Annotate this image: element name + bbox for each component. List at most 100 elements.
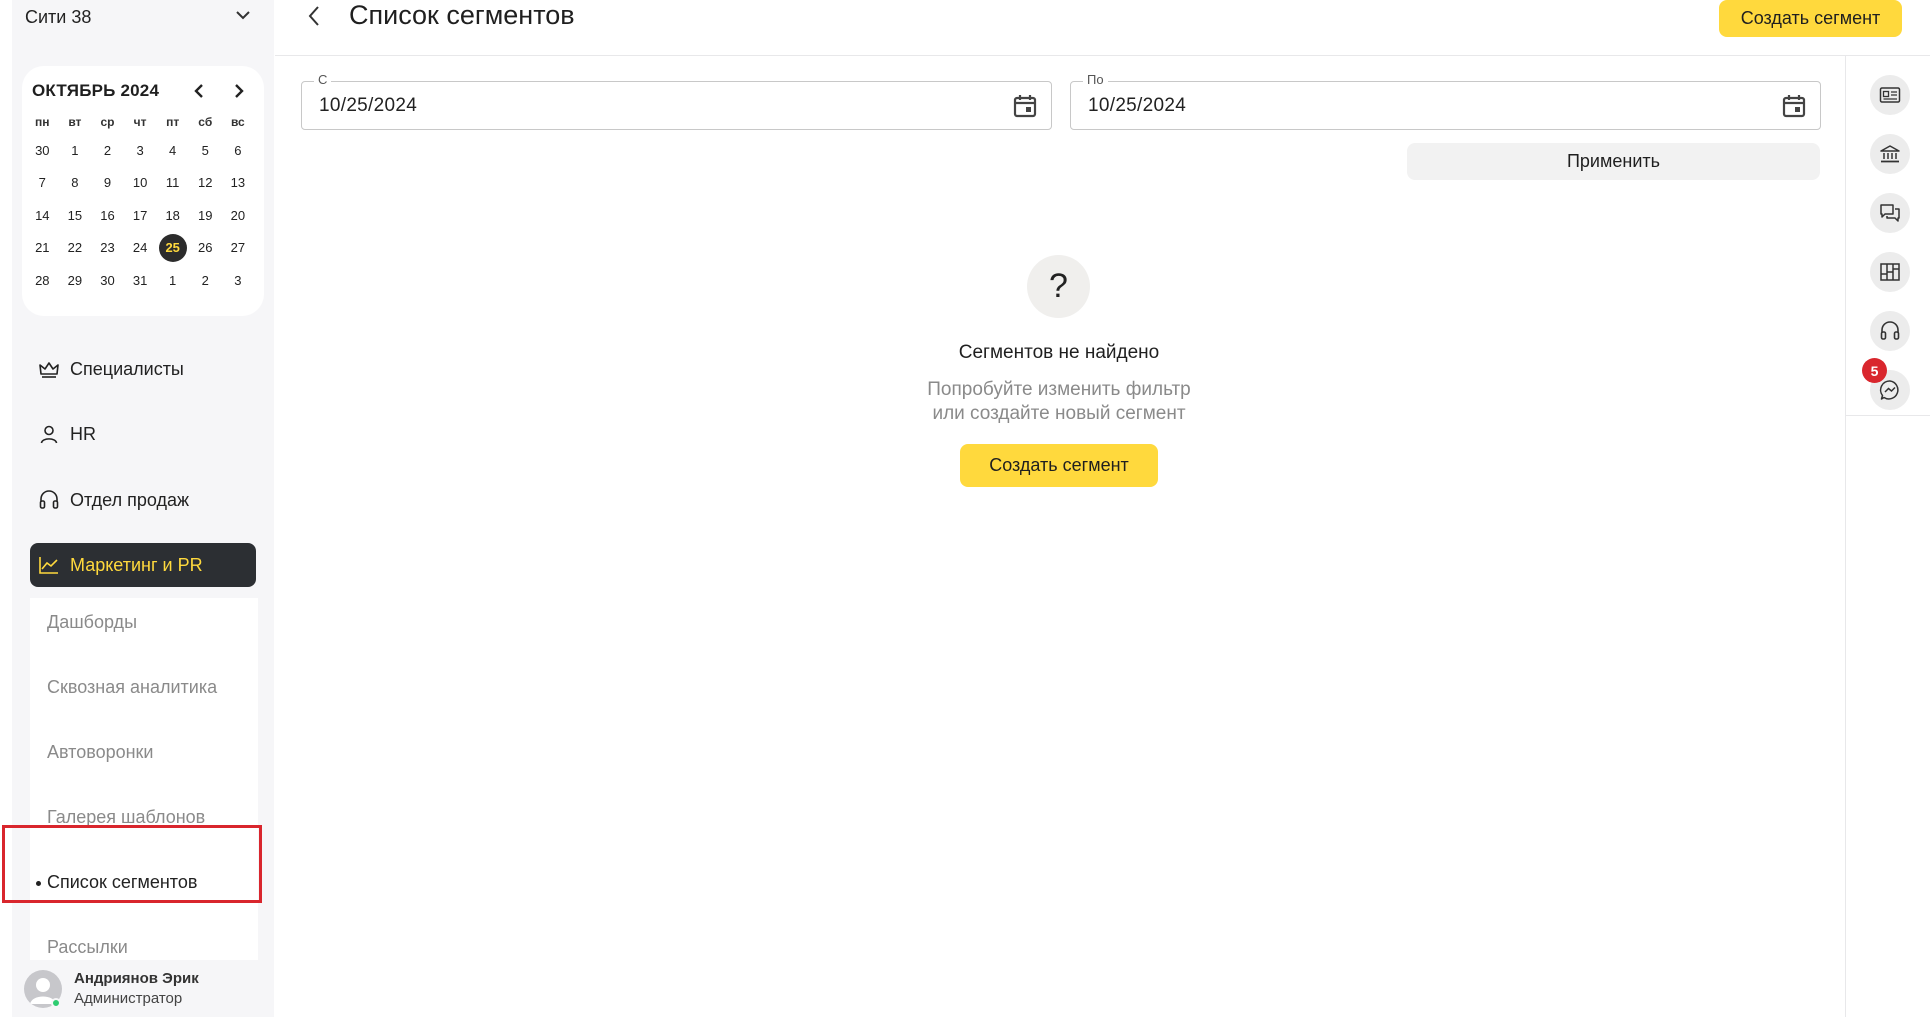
chevron-down-icon [236, 11, 250, 20]
calendar-day[interactable]: 30 [91, 264, 124, 297]
date-to-label: По [1083, 72, 1108, 87]
create-segment-empty-button[interactable]: Создать сегмент [960, 444, 1158, 487]
calendar-day[interactable]: 26 [189, 232, 222, 265]
headset-icon [38, 489, 60, 511]
user-name: Андриянов Эрик [74, 970, 199, 987]
calendar-day[interactable]: 11 [156, 167, 189, 200]
rail-button-chats[interactable] [1870, 193, 1910, 233]
calendar-day[interactable]: 22 [59, 232, 92, 265]
calendar-day[interactable]: 14 [26, 199, 59, 232]
calendar-day[interactable]: 31 [124, 264, 157, 297]
calendar-day[interactable]: 15 [59, 199, 92, 232]
rail-divider [1846, 415, 1930, 416]
nav-item-sales[interactable]: Отдел продаж [30, 478, 256, 522]
calendar-day[interactable]: 3 [222, 264, 255, 297]
page-title: Список сегментов [349, 0, 575, 30]
date-from-value[interactable]: 10/25/2024 [319, 95, 417, 117]
calendar-day[interactable]: 3 [124, 134, 157, 167]
calendar-weekday: пт [166, 115, 180, 129]
calendar-day[interactable]: 19 [189, 199, 222, 232]
create-segment-button[interactable]: Создать сегмент [1719, 0, 1902, 37]
highlight-annotation [2, 825, 262, 903]
calendar-icon[interactable] [1012, 93, 1038, 119]
chart-line-icon [38, 554, 60, 576]
empty-state-subtitle-line: или создайте новый сегмент [932, 403, 1186, 424]
calendar-day[interactable]: 2 [189, 264, 222, 297]
calendar-day[interactable]: 28 [26, 264, 59, 297]
user-role: Администратор [74, 990, 183, 1007]
submenu-item-mailings[interactable]: Рассылки [47, 937, 128, 958]
notification-badge: 5 [1862, 358, 1887, 383]
calendar-day[interactable]: 13 [222, 167, 255, 200]
calendar-day[interactable]: 1 [59, 134, 92, 167]
submenu-item-funnels[interactable]: Автоворонки [47, 742, 154, 763]
nav-item-hr[interactable]: HR [30, 412, 256, 456]
board-icon [1880, 263, 1900, 281]
calendar-day[interactable]: 1 [156, 264, 189, 297]
submenu-item-analytics[interactable]: Сквозная аналитика [47, 677, 217, 698]
calendar-day[interactable]: 27 [222, 232, 255, 265]
nav-item-label: Отдел продаж [70, 489, 189, 510]
nav-item-label: HR [70, 423, 96, 444]
calendar-day[interactable]: 23 [91, 232, 124, 265]
calendar-weekday: пн [35, 115, 50, 129]
calendar-day[interactable]: 29 [59, 264, 92, 297]
apply-filter-button[interactable]: Применить [1407, 143, 1820, 180]
rail-button-board[interactable] [1870, 252, 1910, 292]
chevron-left-icon [194, 84, 203, 98]
date-to-value[interactable]: 10/25/2024 [1088, 95, 1186, 117]
calendar-day[interactable]: 30 [26, 134, 59, 167]
calendar-day[interactable]: 10 [124, 167, 157, 200]
calendar-day[interactable]: 20 [222, 199, 255, 232]
calendar-day[interactable]: 18 [156, 199, 189, 232]
city-select[interactable]: Сити 38 [12, 0, 262, 34]
nav-item-marketing[interactable]: Маркетинг и PR [30, 543, 256, 587]
calendar-day[interactable]: 9 [91, 167, 124, 200]
marketing-submenu: Дашборды Сквозная аналитика Автоворонки … [30, 598, 258, 960]
nav-item-specialists[interactable]: Специалисты [30, 347, 256, 391]
calendar-day-today[interactable]: 25 [156, 232, 189, 265]
sidebar: Сити 38 ОКТЯБРЬ 2024 пн вт ср чт пт сб в… [0, 0, 274, 1017]
calendar-weekday: сб [198, 115, 213, 129]
calendar-icon[interactable] [1781, 93, 1807, 119]
calendar-day[interactable]: 8 [59, 167, 92, 200]
calendar-day[interactable]: 2 [91, 134, 124, 167]
calendar-day[interactable]: 17 [124, 199, 157, 232]
submenu-item-dashboards[interactable]: Дашборды [47, 612, 137, 633]
nav-item-label: Специалисты [70, 358, 184, 379]
calendar-day[interactable]: 12 [189, 167, 222, 200]
calendar-month-title: ОКТЯБРЬ 2024 [32, 81, 160, 100]
calendar-weekday: вт [68, 115, 82, 129]
date-from-label: С [314, 72, 332, 87]
calendar-weekday: чт [133, 115, 147, 129]
rail-button-support[interactable] [1870, 311, 1910, 351]
calendar-next-button[interactable] [227, 79, 251, 103]
calendar-day[interactable]: 4 [156, 134, 189, 167]
nav-item-label: Маркетинг и PR [70, 554, 203, 575]
city-select-value: Сити 38 [25, 6, 92, 27]
calendar-day[interactable]: 6 [222, 134, 255, 167]
calendar-day[interactable]: 7 [26, 167, 59, 200]
empty-state-title: Сегментов не найдено [958, 342, 1160, 363]
rail-button-bank[interactable] [1870, 134, 1910, 174]
online-status-dot [51, 998, 61, 1008]
date-from-field[interactable]: С 10/25/2024 [301, 72, 1052, 130]
chat-bubbles-icon [1880, 204, 1900, 222]
empty-state-subtitle: Попробуйте изменить фильтр или создайте … [759, 378, 1359, 426]
calendar-prev-button[interactable] [187, 79, 211, 103]
back-button[interactable] [300, 2, 328, 30]
empty-state-subtitle-line: Попробуйте изменить фильтр [927, 379, 1191, 400]
user-profile[interactable]: Андриянов Эрик Администратор [24, 966, 264, 1014]
calendar-grid: пн вт ср чт пт сб вс 30 1 2 3 4 5 6 7 8 … [26, 110, 258, 297]
calendar-day[interactable]: 5 [189, 134, 222, 167]
calendar-day[interactable]: 21 [26, 232, 59, 265]
calendar-day[interactable]: 16 [91, 199, 124, 232]
rail-button-card[interactable] [1870, 75, 1910, 115]
calendar-weekday: ср [100, 115, 115, 129]
calendar-day[interactable]: 24 [124, 232, 157, 265]
chevron-right-icon [235, 84, 244, 98]
date-to-field[interactable]: По 10/25/2024 [1070, 72, 1821, 130]
calendar-weekday: вс [230, 115, 245, 129]
headset-icon [1880, 321, 1900, 340]
page-header: Список сегментов Создать сегмент [275, 0, 1930, 56]
